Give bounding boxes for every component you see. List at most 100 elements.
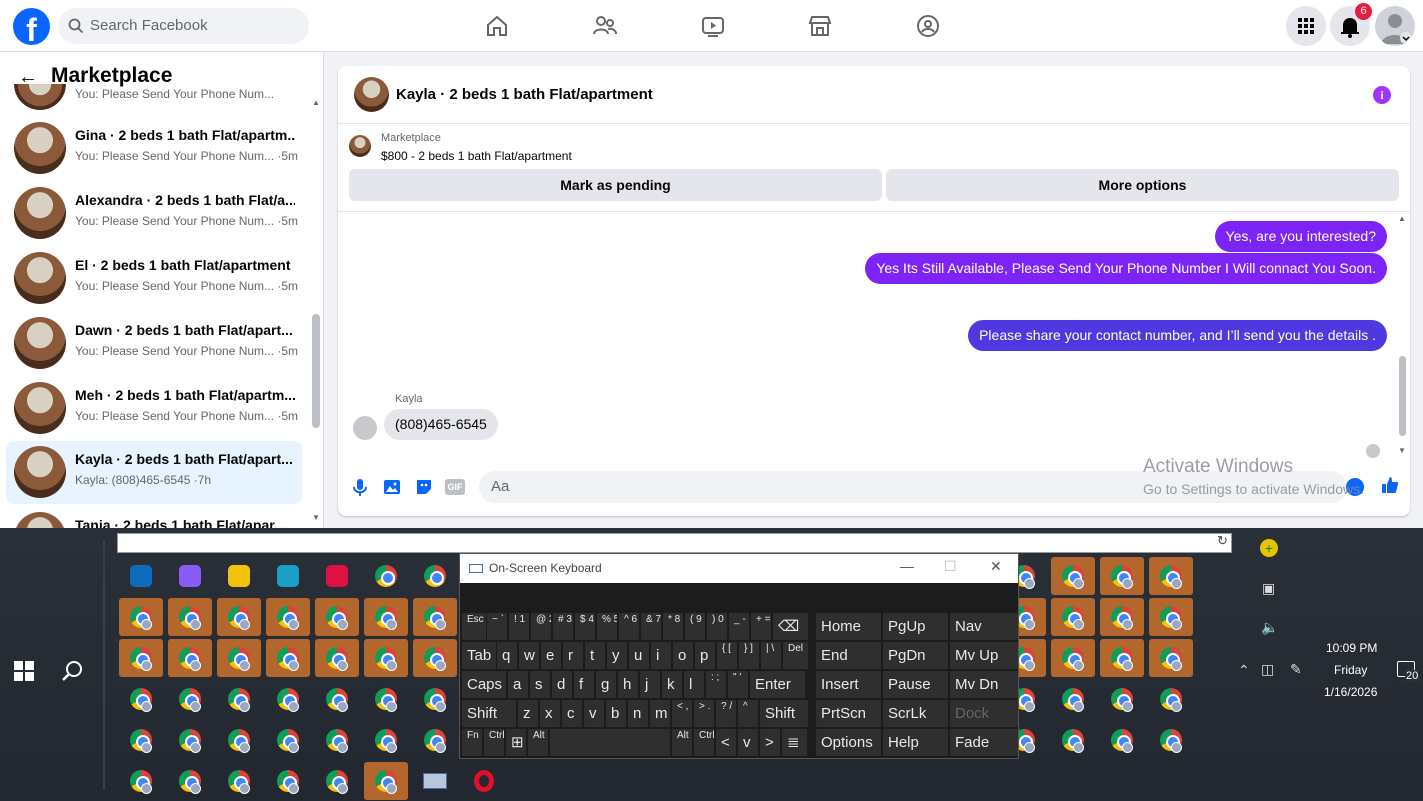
osk-key[interactable]: ) 0 bbox=[707, 613, 727, 640]
taskbar-chrome-profile[interactable] bbox=[1100, 639, 1144, 677]
osk-key[interactable]: # 3 bbox=[553, 613, 573, 640]
taskbar-chrome-profile[interactable] bbox=[1051, 639, 1095, 677]
taskbar-chrome-profile[interactable] bbox=[315, 598, 359, 636]
watch-icon[interactable] bbox=[700, 13, 726, 39]
chat-scrollbar[interactable] bbox=[1399, 356, 1406, 436]
osk-key[interactable]: y bbox=[607, 642, 627, 669]
osk-key[interactable]: c bbox=[562, 700, 582, 727]
osk-key[interactable]: * 8 bbox=[663, 613, 683, 640]
taskbar-chrome-profile[interactable] bbox=[1051, 721, 1095, 759]
volume-icon[interactable]: 🔈 bbox=[1261, 619, 1278, 636]
taskbar-chrome-profile[interactable] bbox=[413, 721, 457, 759]
listing-price[interactable]: $800 - 2 beds 1 bath Flat/apartment bbox=[381, 149, 572, 163]
conversation-item[interactable]: El · 2 beds 1 bath Flat/apartment You: Pl… bbox=[6, 247, 302, 310]
chrome-taskbar-icon[interactable] bbox=[413, 557, 457, 595]
paint-icon[interactable] bbox=[315, 557, 359, 595]
osk-key[interactable]: a bbox=[508, 671, 528, 698]
minimize-icon[interactable]: — bbox=[900, 558, 914, 574]
osk-key[interactable]: h bbox=[618, 671, 638, 698]
osk-key[interactable]: Mv Dn bbox=[950, 671, 1018, 698]
taskbar-chrome-profile[interactable] bbox=[364, 598, 408, 636]
osk-key[interactable]: % 5 bbox=[597, 613, 617, 640]
osk-key[interactable]: Enter bbox=[750, 671, 805, 698]
refresh-icon[interactable]: ↻ bbox=[1217, 533, 1228, 549]
osk-key[interactable]: > . bbox=[694, 700, 714, 727]
taskbar-chrome-profile[interactable] bbox=[413, 680, 457, 718]
chat-avatar[interactable] bbox=[354, 77, 389, 112]
close-icon[interactable]: ✕ bbox=[990, 558, 1002, 575]
scroll-up-arrow[interactable]: ▲ bbox=[312, 98, 320, 107]
opera-icon[interactable] bbox=[462, 762, 506, 800]
osk-key[interactable]: : ; bbox=[706, 671, 726, 698]
conversation-item[interactable]: Gina · 2 beds 1 bath Flat/apartm... You: … bbox=[6, 117, 302, 180]
tray-device-icon[interactable]: ▣ bbox=[1262, 580, 1275, 597]
photo-icon[interactable] bbox=[382, 477, 402, 497]
osk-key[interactable]: o bbox=[673, 642, 693, 669]
taskbar-chrome-profile[interactable] bbox=[266, 762, 310, 800]
osk-key[interactable]: | \ bbox=[761, 642, 781, 669]
osk-key[interactable]: f bbox=[574, 671, 594, 698]
osk-key[interactable] bbox=[550, 729, 670, 756]
osk-key[interactable]: q bbox=[497, 642, 517, 669]
taskbar-chrome-profile[interactable] bbox=[119, 639, 163, 677]
chat-scroll-up-arrow[interactable]: ▲ bbox=[1398, 214, 1406, 223]
conversation-item[interactable]: Dawn · 2 beds 1 bath Flat/apart... You: P… bbox=[6, 312, 302, 375]
taskbar-chrome-profile[interactable] bbox=[413, 639, 457, 677]
osk-key[interactable]: ScrLk bbox=[883, 700, 948, 727]
osk-key[interactable]: Caps bbox=[462, 671, 506, 698]
conversation-item[interactable]: Meh · 2 beds 1 bath Flat/apartm... You: P… bbox=[6, 377, 302, 440]
friends-icon[interactable] bbox=[592, 13, 618, 39]
chat-scroll-down-arrow[interactable]: ▼ bbox=[1398, 446, 1406, 455]
osk-key[interactable]: End bbox=[816, 642, 881, 669]
conversation-item[interactable]: Alexandra · 2 beds 1 bath Flat/a... You: … bbox=[6, 182, 302, 245]
windows-start-icon[interactable] bbox=[14, 661, 34, 681]
taskbar-chrome-profile[interactable] bbox=[217, 721, 261, 759]
osk-key[interactable]: Ctrl bbox=[694, 729, 714, 756]
groups-icon[interactable] bbox=[915, 13, 941, 39]
osk-key[interactable]: s bbox=[530, 671, 550, 698]
taskbar-chrome-profile[interactable] bbox=[1051, 598, 1095, 636]
chevron-up-icon[interactable]: ⌃ bbox=[1238, 662, 1250, 679]
clock-day[interactable]: Friday bbox=[1334, 663, 1367, 677]
taskbar-chrome-profile[interactable] bbox=[1100, 598, 1144, 636]
taskbar-chrome-profile[interactable] bbox=[1051, 557, 1095, 595]
scroll-down-arrow[interactable]: ▼ bbox=[312, 513, 320, 522]
osk-key[interactable]: Alt bbox=[528, 729, 548, 756]
osk-taskbar-icon[interactable] bbox=[413, 762, 457, 800]
osk-key[interactable]: n bbox=[628, 700, 648, 727]
taskbar-chrome-profile[interactable] bbox=[168, 680, 212, 718]
taskbar-chrome-profile[interactable] bbox=[364, 680, 408, 718]
osk-key[interactable]: Help bbox=[883, 729, 948, 756]
osk-key[interactable]: w bbox=[519, 642, 539, 669]
osk-key[interactable]: Ctrl bbox=[484, 729, 504, 756]
file-explorer-icon[interactable] bbox=[217, 557, 261, 595]
osk-key[interactable]: Dock bbox=[950, 700, 1018, 727]
taskbar-chrome-profile[interactable] bbox=[364, 721, 408, 759]
clock-time[interactable]: 10:09 PM bbox=[1326, 641, 1377, 655]
taskbar-chrome-profile[interactable] bbox=[266, 639, 310, 677]
taskbar-chrome-profile[interactable] bbox=[168, 721, 212, 759]
marketplace-icon[interactable] bbox=[807, 13, 833, 39]
taskbar-chrome-profile[interactable] bbox=[1149, 557, 1193, 595]
osk-key[interactable]: + = bbox=[751, 613, 771, 640]
osk-key[interactable]: PrtScn bbox=[816, 700, 881, 727]
conversation-item-partial[interactable]: Tania · 2 beds 1 bath Flat/apar... bbox=[6, 507, 302, 528]
taskbar-chrome-profile[interactable] bbox=[266, 598, 310, 636]
info-icon[interactable]: i bbox=[1373, 86, 1391, 104]
sidebar-scrollbar[interactable] bbox=[312, 314, 320, 428]
osk-key[interactable]: ( 9 bbox=[685, 613, 705, 640]
home-icon[interactable] bbox=[484, 13, 510, 39]
taskbar-chrome-profile[interactable] bbox=[266, 721, 310, 759]
taskbar-chrome-profile[interactable] bbox=[315, 721, 359, 759]
taskbar-chrome-profile[interactable] bbox=[119, 721, 163, 759]
sticker-icon[interactable] bbox=[414, 477, 434, 497]
osk-key[interactable]: Home bbox=[816, 613, 881, 640]
osk-key[interactable]: u bbox=[629, 642, 649, 669]
taskbar-chrome-profile[interactable] bbox=[119, 598, 163, 636]
osk-key[interactable]: v bbox=[584, 700, 604, 727]
taskbar-chrome-profile[interactable] bbox=[168, 762, 212, 800]
osk-key[interactable]: PgUp bbox=[883, 613, 948, 640]
chat-title[interactable]: Kayla · 2 beds 1 bath Flat/apartment bbox=[396, 86, 653, 103]
taskbar-chrome-profile[interactable] bbox=[168, 598, 212, 636]
edge-icon[interactable] bbox=[266, 557, 310, 595]
